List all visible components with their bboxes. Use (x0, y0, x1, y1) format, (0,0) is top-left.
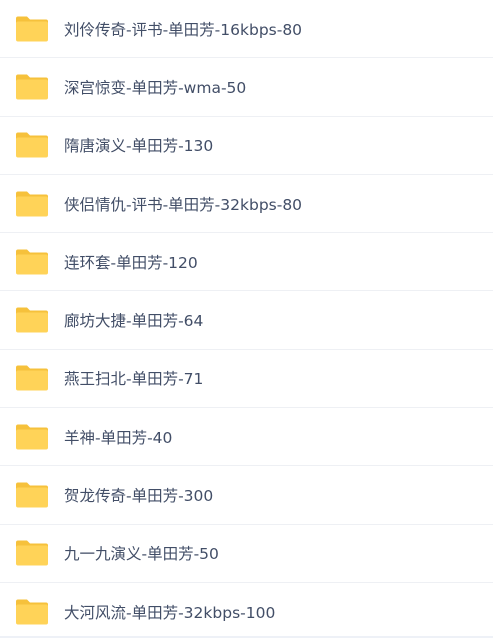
folder-name: 侠侣情仇-评书-单田芳-32kbps-80 (64, 195, 303, 214)
folder-item[interactable]: 九一九演义-单田芳-50 (0, 525, 493, 583)
folder-icon (15, 249, 49, 275)
folder-name: 九一九演义-单田芳-50 (64, 545, 219, 564)
folder-item[interactable]: 廊坊大捷-单田芳-64 (0, 291, 493, 350)
folder-name: 贺龙传奇-单田芳-300 (64, 487, 214, 506)
folder-item[interactable]: 连环套-单田芳-120 (0, 233, 493, 292)
folder-item[interactable]: 侠侣情仇-评书-单田芳-32kbps-80 (0, 175, 493, 234)
folder-icon (15, 16, 49, 42)
folder-name: 刘伶传奇-评书-单田芳-16kbps-80 (64, 20, 303, 39)
folder-name: 大河风流-单田芳-32kbps-100 (64, 604, 276, 623)
folder-name: 廊坊大捷-单田芳-64 (64, 312, 204, 331)
folder-item[interactable]: 刘伶传奇-评书-单田芳-16kbps-80 (0, 0, 493, 59)
folder-icon (15, 74, 49, 100)
folder-icon (15, 365, 49, 391)
folder-item[interactable]: 羊神-单田芳-40 (0, 408, 493, 467)
folder-item[interactable]: 燕王扫北-单田芳-71 (0, 350, 493, 409)
folder-icon (15, 599, 49, 625)
folder-icon (15, 132, 49, 158)
folder-icon (15, 540, 49, 566)
folder-item[interactable]: 隋唐演义-单田芳-130 (0, 117, 493, 175)
folder-item[interactable]: 大河风流-单田芳-32kbps-100 (0, 583, 493, 641)
folder-icon (15, 191, 49, 217)
folder-name: 燕王扫北-单田芳-71 (64, 370, 204, 389)
folder-item[interactable]: 贺龙传奇-单田芳-300 (0, 466, 493, 525)
folder-icon (15, 482, 49, 508)
folder-name: 深宫惊变-单田芳-wma-50 (64, 78, 247, 97)
folder-list: 刘伶传奇-评书-单田芳-16kbps-80 深宫惊变-单田芳-wma-50 隋唐… (0, 0, 493, 638)
folder-name: 羊神-单田芳-40 (64, 428, 173, 447)
folder-name: 连环套-单田芳-120 (64, 253, 198, 272)
folder-icon (15, 307, 49, 333)
folder-item[interactable]: 深宫惊变-单田芳-wma-50 (0, 58, 493, 117)
folder-name: 隋唐演义-单田芳-130 (64, 137, 214, 156)
folder-icon (15, 424, 49, 450)
